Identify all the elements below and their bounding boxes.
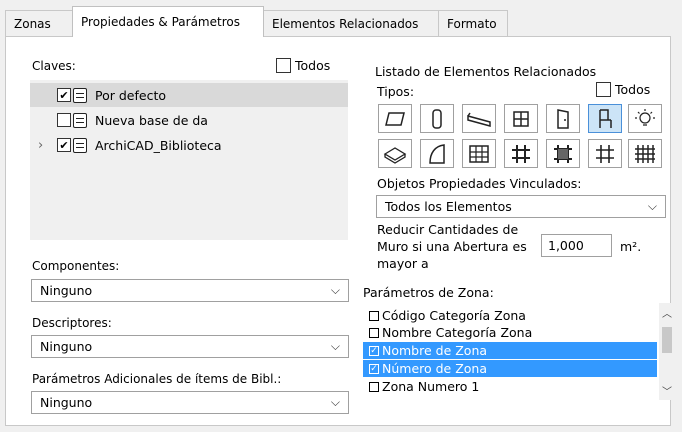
- tree-item-label: Por defecto: [95, 87, 166, 103]
- claves-label: Claves:: [32, 59, 76, 73]
- tree-item-checkbox[interactable]: [57, 113, 71, 127]
- claves-todos-checkbox[interactable]: [276, 58, 291, 73]
- reducir-line1: Reducir Cantidades de: [377, 222, 519, 237]
- tree-item-label: Nueva base de da: [95, 112, 208, 128]
- reducir-input[interactable]: 1,000: [541, 234, 612, 257]
- beam-icon[interactable]: [462, 104, 496, 133]
- tab-elementos-relacionados[interactable]: Elementos Relacionados: [263, 10, 439, 36]
- claves-todos-label: Todos: [295, 58, 331, 73]
- tipos-todos[interactable]: Todos: [596, 82, 650, 97]
- tree-item-nueva-base[interactable]: Nueva base de da: [30, 108, 348, 132]
- tipos-label: Tipos:: [377, 84, 415, 99]
- grid-dense-icon[interactable]: [588, 139, 622, 168]
- grid-hatched-icon[interactable]: [628, 139, 662, 168]
- parametros-adicionales-label: Parámetros Adicionales de ítems de Bibl.…: [32, 372, 282, 386]
- objetos-select[interactable]: Todos los Elementos ⌵: [376, 195, 666, 218]
- list-item-checkbox[interactable]: ✓: [369, 345, 379, 356]
- claves-todos[interactable]: Todos: [276, 58, 330, 73]
- list-item[interactable]: Zona Numero 1: [363, 378, 657, 395]
- listado-title: Listado de Elementos Relacionados: [375, 64, 597, 79]
- descriptores-value: Ninguno: [40, 339, 93, 354]
- database-icon: [73, 112, 87, 128]
- descriptores-label: Descriptores:: [32, 316, 112, 330]
- tree-item-archicad-biblioteca[interactable]: › ✔ ArchiCAD_Biblioteca: [30, 133, 348, 157]
- parametros-zona-list: Código Categoría Zona Nombre Categoría Z…: [363, 303, 659, 400]
- scrollbar-thumb[interactable]: [662, 327, 672, 353]
- expand-chevron-icon[interactable]: ›: [38, 138, 52, 153]
- parametros-adicionales-value: Ninguno: [40, 395, 93, 410]
- reducir-unit: m².: [620, 239, 642, 254]
- chevron-down-icon: ⌵: [330, 339, 340, 353]
- grid-icon[interactable]: [504, 139, 538, 168]
- slab-icon[interactable]: [378, 104, 412, 133]
- list-item-checkbox[interactable]: [369, 327, 379, 338]
- parametros-zona-label: Parámetros de Zona:: [363, 285, 494, 300]
- database-icon: [73, 137, 87, 153]
- tab-formato[interactable]: Formato: [438, 10, 508, 36]
- list-item-label: Zona Numero 1: [382, 379, 480, 394]
- grid-skewed-icon[interactable]: [546, 139, 580, 168]
- tab-zonas[interactable]: Zonas: [5, 10, 73, 36]
- tree-item-checkbox[interactable]: ✔: [57, 88, 71, 102]
- list-item[interactable]: ✓ Nombre de Zona: [363, 342, 657, 359]
- tab-propiedades-parametros[interactable]: Propiedades & Parámetros: [72, 6, 264, 37]
- componentes-label: Componentes:: [32, 259, 120, 273]
- door-icon[interactable]: [546, 104, 580, 133]
- window-icon[interactable]: [504, 104, 538, 133]
- scroll-down-icon[interactable]: ﹀: [659, 383, 675, 398]
- list-item-checkbox[interactable]: [369, 310, 379, 321]
- list-item[interactable]: ✓ Número de Zona: [363, 360, 657, 377]
- lamp-icon[interactable]: [628, 104, 662, 133]
- chair-object-icon[interactable]: [588, 104, 622, 133]
- list-item-checkbox[interactable]: ✓: [369, 363, 379, 374]
- objetos-value: Todos los Elementos: [385, 199, 512, 214]
- tree-item-por-defecto[interactable]: ✔ Por defecto: [30, 83, 348, 107]
- list-item-label: Número de Zona: [382, 361, 488, 376]
- list-scrollbar[interactable]: ︿ ﹀: [659, 303, 675, 400]
- list-item-label: Código Categoría Zona: [382, 308, 526, 323]
- tree-item-checkbox[interactable]: ✔: [57, 138, 71, 152]
- reducir-line2: Muro si una Abertura es: [377, 239, 527, 254]
- claves-tree: ✔ Por defecto Nueva base de da › ✔ Archi…: [30, 80, 348, 240]
- reducir-line3: mayor a: [377, 256, 429, 271]
- list-item-label: Nombre Categoría Zona: [382, 325, 533, 340]
- chevron-down-icon: ⌵: [330, 395, 340, 409]
- chevron-down-icon: ⌵: [330, 283, 340, 297]
- parametros-adicionales-select[interactable]: Ninguno ⌵: [31, 391, 349, 414]
- list-item[interactable]: Nombre Categoría Zona: [363, 324, 657, 341]
- componentes-value: Ninguno: [40, 283, 93, 298]
- tree-item-label: ArchiCAD_Biblioteca: [95, 137, 222, 153]
- componentes-select[interactable]: Ninguno ⌵: [31, 279, 349, 302]
- shell-icon[interactable]: [420, 139, 454, 168]
- tab-bar: Zonas Propiedades & Parámetros Elementos…: [0, 0, 682, 37]
- list-item[interactable]: Código Categoría Zona: [363, 307, 657, 324]
- scroll-up-icon[interactable]: ︿: [659, 305, 675, 320]
- list-item-label: Nombre de Zona: [382, 343, 488, 358]
- database-icon: [73, 87, 87, 103]
- descriptores-select[interactable]: Ninguno ⌵: [31, 335, 349, 358]
- tipos-todos-label: Todos: [615, 82, 651, 97]
- column-icon[interactable]: [420, 104, 454, 133]
- curtain-wall-icon[interactable]: [462, 139, 496, 168]
- objetos-label: Objetos Propiedades Vinculados:: [377, 176, 582, 191]
- chevron-down-icon: ⌵: [647, 199, 657, 213]
- list-item-checkbox[interactable]: [369, 381, 379, 392]
- tipos-todos-checkbox[interactable]: [596, 82, 611, 97]
- roof-icon[interactable]: [378, 139, 412, 168]
